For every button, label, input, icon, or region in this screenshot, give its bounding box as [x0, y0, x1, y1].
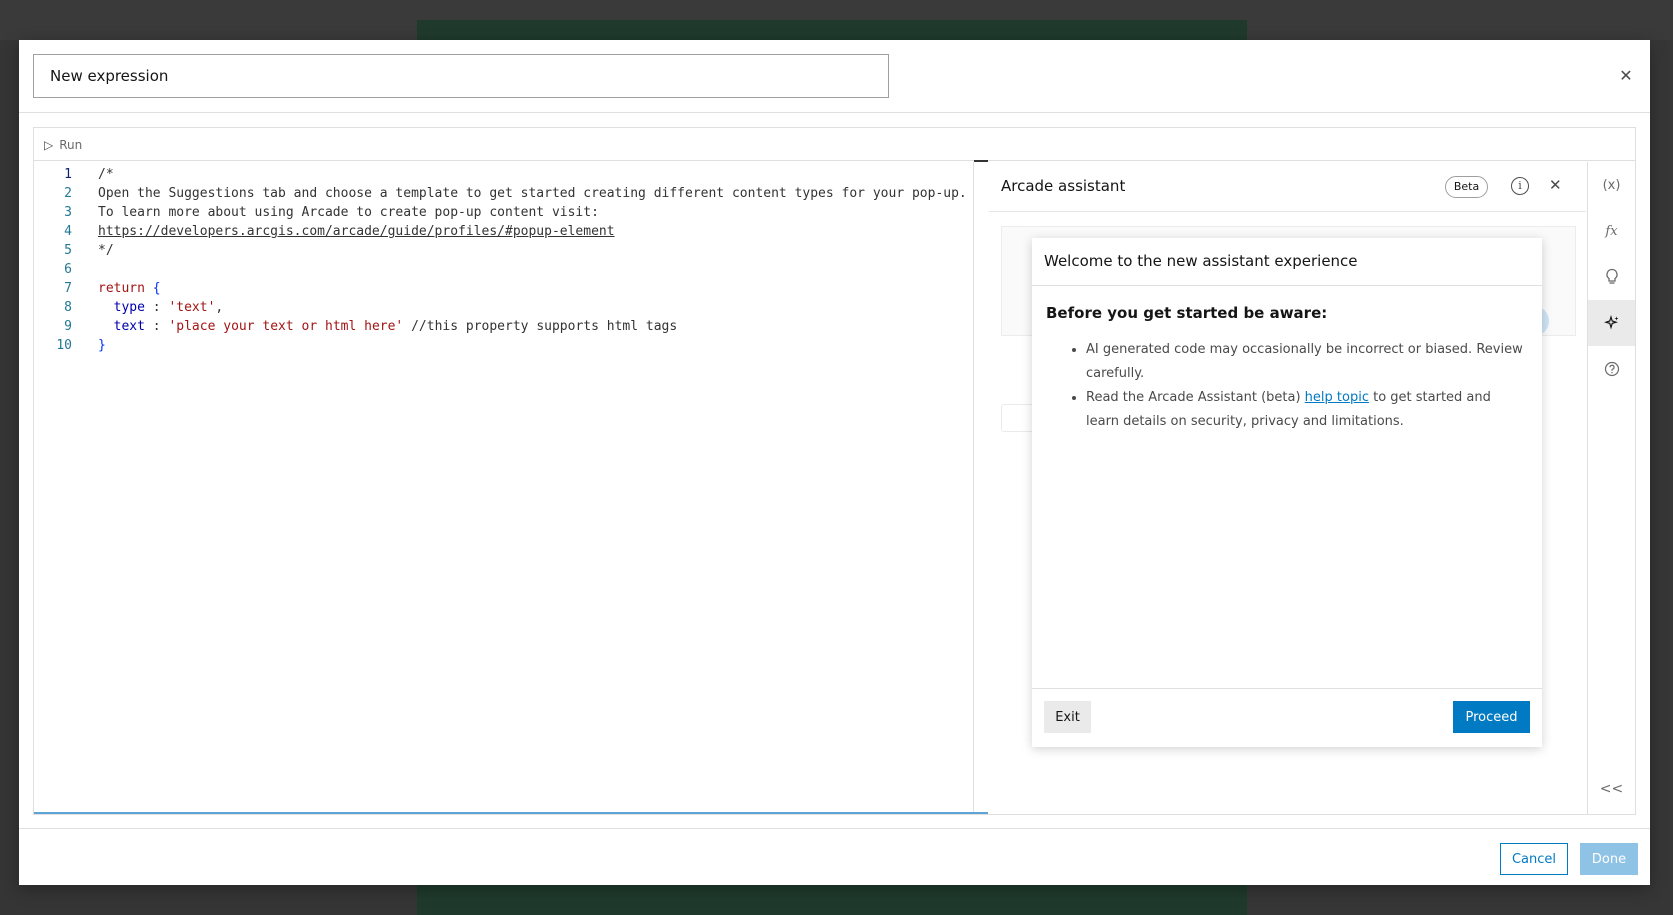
close-icon[interactable]: ✕: [1549, 176, 1562, 194]
info-icon[interactable]: i: [1511, 177, 1529, 195]
code-line: 3 To learn more about using Arcade to cr…: [34, 203, 969, 222]
code-property: type: [113, 300, 145, 315]
line-number: 3: [64, 205, 72, 220]
editor-toolbar: ▷ Run: [34, 128, 1635, 161]
code-lines: 1 /* 2 Open the Suggestions tab and choo…: [34, 165, 969, 355]
code-punctuation: ,: [215, 300, 224, 315]
welcome-footer: Exit Proceed: [1032, 688, 1542, 747]
code-string: 'place your text or html here': [168, 319, 404, 334]
code-line: 8 type : 'text',: [34, 298, 969, 317]
warning-list: AI generated code may occasionally be in…: [1046, 338, 1526, 434]
code-line: 6: [34, 260, 969, 279]
code-text: To learn more about using Arcade to crea…: [98, 205, 599, 220]
close-icon[interactable]: ✕: [1616, 66, 1636, 86]
exit-button[interactable]: Exit: [1044, 701, 1091, 733]
line-number: 10: [56, 338, 72, 353]
welcome-dialog: Welcome to the new assistant experience …: [1032, 238, 1542, 747]
assistant-title: Arcade assistant: [1001, 177, 1126, 195]
sparkle-icon[interactable]: [1588, 300, 1635, 346]
play-icon: ▷: [44, 138, 54, 152]
code-editor[interactable]: 1 /* 2 Open the Suggestions tab and choo…: [34, 160, 988, 814]
code-separator: :: [144, 319, 169, 334]
code-line: 7 return {: [34, 279, 969, 298]
line-number: 9: [64, 319, 72, 334]
lightbulb-icon[interactable]: [1588, 254, 1635, 300]
code-line: 9 text : 'place your text or html here' …: [34, 317, 969, 336]
line-number: 4: [64, 224, 72, 239]
list-item: AI generated code may occasionally be in…: [1086, 338, 1526, 386]
help-icon[interactable]: [1588, 346, 1635, 392]
code-line: 5 */: [34, 241, 969, 260]
code-punctuation: }: [98, 338, 106, 353]
code-separator: :: [144, 300, 169, 315]
collapse-icon[interactable]: <<: [1588, 774, 1635, 804]
assistant-header: Arcade assistant Beta i ✕: [989, 162, 1586, 212]
code-line: 10 }: [34, 336, 969, 355]
code-text: */: [98, 243, 114, 258]
expression-title-input[interactable]: [33, 54, 889, 98]
code-punctuation: {: [144, 281, 161, 296]
line-number: 2: [64, 186, 72, 201]
code-line: 4 https://developers.arcgis.com/arcade/g…: [34, 222, 969, 241]
welcome-header: Welcome to the new assistant experience: [1032, 238, 1542, 286]
side-rail: (x) fx <<: [1587, 162, 1635, 814]
proceed-button[interactable]: Proceed: [1453, 701, 1530, 733]
code-string: 'text': [168, 300, 216, 315]
cancel-button[interactable]: Cancel: [1500, 843, 1568, 875]
code-line: 2 Open the Suggestions tab and choose a …: [34, 184, 969, 203]
run-label: Run: [59, 138, 83, 152]
editor-focus-underline: [34, 812, 988, 814]
code-comment: //this property supports html tags: [403, 319, 678, 334]
variables-icon[interactable]: (x): [1588, 162, 1635, 208]
line-number: 8: [64, 300, 72, 315]
modal-header: ✕: [19, 40, 1650, 113]
list-item-text: Read the Arcade Assistant (beta): [1086, 390, 1305, 405]
functions-icon[interactable]: fx: [1588, 208, 1635, 254]
code-text: /*: [98, 167, 114, 182]
line-number: 7: [64, 281, 72, 296]
code-property: text: [113, 319, 145, 334]
modal-footer: Cancel Done: [19, 828, 1650, 885]
editor-divider-accent: [974, 160, 988, 162]
welcome-subtitle: Before you get started be aware:: [1046, 304, 1328, 322]
code-text: Open the Suggestions tab and choose a te…: [98, 186, 967, 201]
line-number: 5: [64, 243, 72, 258]
help-topic-link[interactable]: help topic: [1305, 390, 1369, 405]
code-line: 1 /*: [34, 165, 969, 184]
code-keyword: return: [98, 281, 145, 296]
list-item: Read the Arcade Assistant (beta) help to…: [1086, 386, 1526, 434]
line-number: 6: [64, 262, 72, 277]
welcome-title: Welcome to the new assistant experience: [1044, 252, 1358, 270]
welcome-body: Before you get started be aware: AI gene…: [1046, 304, 1526, 434]
run-button[interactable]: ▷ Run: [44, 135, 82, 155]
done-button[interactable]: Done: [1580, 843, 1638, 875]
code-link[interactable]: https://developers.arcgis.com/arcade/gui…: [98, 224, 615, 239]
line-number: 1: [64, 167, 72, 182]
beta-badge: Beta: [1445, 176, 1488, 198]
